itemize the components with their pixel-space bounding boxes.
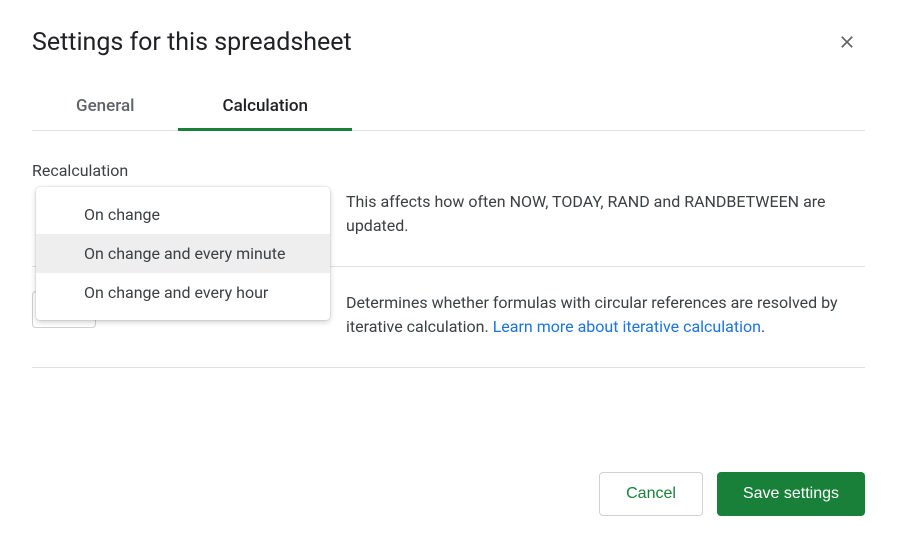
dialog-title: Settings for this spreadsheet — [32, 28, 352, 57]
recalculation-section: Recalculation This affects how often NOW… — [32, 161, 865, 267]
dialog-footer: Cancel Save settings — [599, 472, 865, 516]
settings-dialog: Settings for this spreadsheet General Ca… — [0, 0, 897, 540]
option-on-change-every-hour[interactable]: On change and every hour — [36, 273, 330, 312]
save-settings-button[interactable]: Save settings — [717, 472, 865, 516]
iterative-description: Determines whether formulas with circula… — [346, 291, 865, 339]
tabs: General Calculation — [32, 84, 865, 131]
close-button[interactable] — [829, 24, 865, 60]
close-icon — [837, 32, 857, 52]
option-on-change[interactable]: On change — [36, 195, 330, 234]
learn-more-link[interactable]: Learn more about iterative calculation — [493, 317, 761, 336]
dialog-header: Settings for this spreadsheet — [32, 24, 865, 60]
recalculation-label: Recalculation — [32, 161, 865, 180]
cancel-button[interactable]: Cancel — [599, 472, 703, 516]
recalculation-description: This affects how often NOW, TODAY, RAND … — [346, 190, 865, 238]
recalculation-dropdown-menu: On change On change and every minute On … — [36, 187, 330, 320]
option-on-change-every-minute[interactable]: On change and every minute — [36, 234, 330, 273]
tab-calculation[interactable]: Calculation — [178, 84, 352, 130]
tab-general[interactable]: General — [32, 84, 178, 130]
